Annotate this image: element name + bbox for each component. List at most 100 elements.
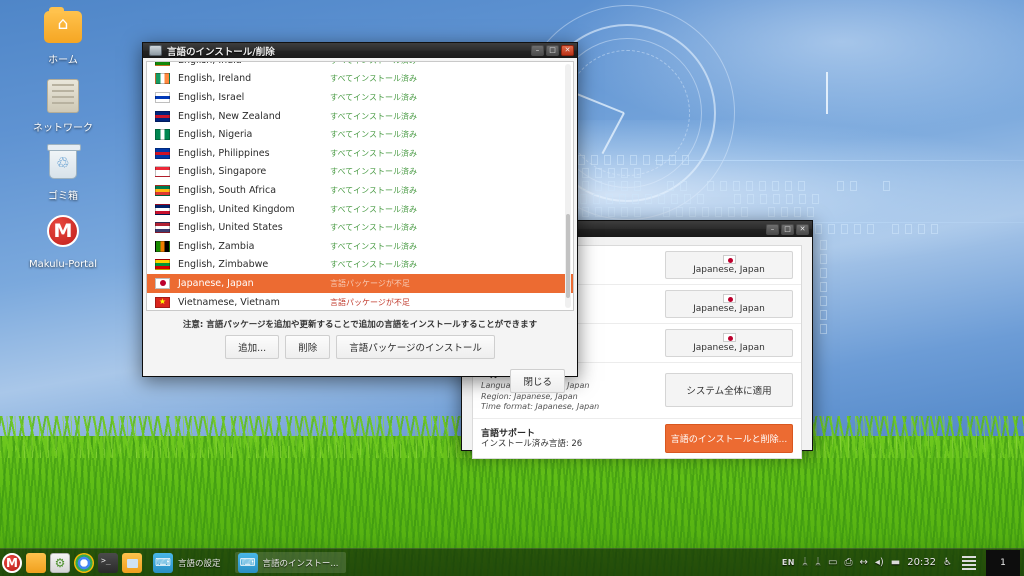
- maximize-button[interactable]: □: [781, 224, 794, 235]
- japan-flag-icon: [723, 255, 736, 264]
- language-list-item[interactable]: Japanese, Japan言語パッケージが不足: [147, 274, 573, 293]
- language-name: English, Israel: [178, 92, 330, 103]
- network-icon[interactable]: ↔: [859, 558, 867, 568]
- clock[interactable]: 20:32: [907, 557, 936, 568]
- language-list[interactable]: English, Indiaすべてインストール済みEnglish, Irelan…: [147, 61, 573, 311]
- flag-icon: [155, 185, 170, 196]
- dialog-note: 注意: 言語パッケージを追加や更新することで追加の言語をインストールすることがで…: [146, 311, 574, 335]
- keyboard-layout-indicator[interactable]: EN: [782, 559, 795, 567]
- desktop-icon-label: ホーム: [18, 55, 108, 67]
- maximize-button[interactable]: □: [546, 45, 559, 56]
- language-name: Vietnamese, Vietnam: [178, 297, 330, 308]
- taskbar-task-language-settings[interactable]: 言語の設定: [150, 552, 229, 573]
- language-list-item[interactable]: English, Philippinesすべてインストール済み: [147, 144, 573, 163]
- language-status: すべてインストール済み: [330, 185, 417, 196]
- language-list-item[interactable]: English, Israelすべてインストール済み: [147, 88, 573, 107]
- language-status: すべてインストール済み: [330, 259, 417, 270]
- accessibility-icon[interactable]: ♿: [943, 558, 952, 568]
- battery-icon[interactable]: ▬: [891, 558, 900, 568]
- language-name: English, Ireland: [178, 73, 330, 84]
- language-status: 言語パッケージが不足: [330, 297, 410, 308]
- wallpaper-accent-bar: [826, 72, 828, 114]
- desktop-icon-home[interactable]: ホーム: [18, 11, 108, 67]
- language-name: Japanese, Japan: [178, 278, 330, 289]
- close-button[interactable]: ✕: [561, 45, 574, 56]
- flag-icon: [155, 222, 170, 233]
- language-list-item[interactable]: English, Irelandすべてインストール済み: [147, 70, 573, 89]
- printer-icon[interactable]: ⎙: [844, 558, 852, 568]
- close-button[interactable]: ✕: [796, 224, 809, 235]
- menu-hamburger-icon[interactable]: [959, 554, 979, 572]
- language-name: English, South Africa: [178, 185, 330, 196]
- wallpaper-blocks-3: [582, 181, 890, 191]
- makulu-menu-icon[interactable]: [2, 553, 22, 573]
- flag-icon: [155, 92, 170, 103]
- language-list-item[interactable]: English, South Africaすべてインストール済み: [147, 181, 573, 200]
- language-list-item[interactable]: English, United Statesすべてインストール済み: [147, 218, 573, 237]
- japan-flag-icon: [723, 333, 736, 342]
- folder-icon[interactable]: [26, 553, 46, 573]
- language-selector-button[interactable]: Japanese, Japan: [665, 251, 793, 279]
- apply-system-wide-button[interactable]: システム全体に適用: [665, 373, 793, 407]
- desktop-icon-label: ゴミ箱: [18, 191, 108, 203]
- volume-icon[interactable]: ◂): [875, 558, 884, 568]
- language-list-item[interactable]: ★Vietnamese, Vietnam言語パッケージが不足: [147, 293, 573, 311]
- language-name: English, United Kingdom: [178, 204, 330, 215]
- language-list-item[interactable]: English, New Zealandすべてインストール済み: [147, 107, 573, 126]
- language-status: 言語パッケージが不足: [330, 278, 410, 289]
- workspace-number: 1: [1000, 558, 1006, 568]
- terminal-icon[interactable]: [98, 553, 118, 573]
- add-button[interactable]: 追加...: [225, 335, 279, 359]
- settings-row: 言語サポート インストール済み言語: 26 言語のインストールと削除...: [473, 419, 801, 458]
- window-icon: [149, 45, 162, 56]
- japan-flag-icon: [723, 294, 736, 303]
- remove-button[interactable]: 削除: [285, 335, 330, 359]
- install-language-packages-button[interactable]: 言語パッケージのインストール: [336, 335, 495, 359]
- desktop-icon-grid: ホーム ネットワーク ゴミ箱 Makulu-Portal: [18, 6, 108, 283]
- taskbar: 言語の設定 言語のインストー... EN ᛦ ᛦ ▭ ⎙ ↔ ◂) ▬ 20:3…: [0, 548, 1024, 576]
- language-status: すべてインストール済み: [330, 166, 417, 177]
- row-subtitle-line: Region: Japanese, Japan: [481, 392, 665, 403]
- minimize-button[interactable]: –: [531, 45, 544, 56]
- desktop-icon-trash[interactable]: ゴミ箱: [18, 147, 108, 203]
- time-format-selector-button[interactable]: Japanese, Japan: [665, 329, 793, 357]
- region-selector-button[interactable]: Japanese, Japan: [665, 290, 793, 318]
- language-list-item[interactable]: English, United Kingdomすべてインストール済み: [147, 200, 573, 219]
- bluetooth-secondary-icon[interactable]: ᛦ: [815, 558, 821, 568]
- language-name: English, New Zealand: [178, 111, 330, 122]
- install-remove-languages-button[interactable]: 言語のインストールと削除...: [665, 424, 793, 453]
- language-list-item[interactable]: English, Singaporeすべてインストール済み: [147, 163, 573, 182]
- language-list-item[interactable]: English, Indiaすべてインストール済み: [147, 61, 573, 70]
- language-list-item[interactable]: English, Nigeriaすべてインストール済み: [147, 125, 573, 144]
- install-remove-languages-dialog[interactable]: 言語のインストール/削除 – □ ✕ English, Indiaすべてインスト…: [142, 42, 578, 377]
- language-list-item[interactable]: English, Zimbabweすべてインストール済み: [147, 256, 573, 275]
- flag-icon: [155, 111, 170, 122]
- language-status: すべてインストール済み: [330, 204, 417, 215]
- language-status: すべてインストール済み: [330, 61, 417, 66]
- chrome-icon[interactable]: [74, 553, 94, 573]
- bluetooth-icon[interactable]: ᛦ: [802, 558, 808, 568]
- flag-icon: [155, 204, 170, 215]
- language-icon: [238, 553, 258, 573]
- flag-icon: [155, 61, 170, 66]
- dialog-body: English, Indiaすべてインストール済みEnglish, Irelan…: [142, 58, 578, 377]
- software-icon[interactable]: [50, 553, 70, 573]
- desktop-icon-makulu-portal[interactable]: Makulu-Portal: [18, 215, 108, 271]
- desktop-icon-network[interactable]: ネットワーク: [18, 79, 108, 135]
- display-icon[interactable]: ▭: [828, 558, 837, 568]
- language-status: すべてインストール済み: [330, 129, 417, 140]
- language-list-scrollbar[interactable]: [565, 64, 571, 308]
- file-manager-icon[interactable]: [122, 553, 142, 573]
- close-dialog-button[interactable]: 閉じる: [510, 369, 565, 393]
- scrollbar-thumb[interactable]: [566, 214, 570, 298]
- language-value: Japanese, Japan: [666, 343, 792, 353]
- workspace-switcher[interactable]: 1: [986, 550, 1020, 576]
- taskbar-task-install-languages[interactable]: 言語のインストー...: [235, 552, 347, 573]
- network-icon: [42, 79, 84, 121]
- wallpaper-blocks-7: [815, 224, 938, 234]
- minimize-button[interactable]: –: [766, 224, 779, 235]
- language-list-item[interactable]: English, Zambiaすべてインストール済み: [147, 237, 573, 256]
- flag-icon: [155, 259, 170, 270]
- dialog-titlebar[interactable]: 言語のインストール/削除 – □ ✕: [142, 42, 578, 58]
- language-name: English, United States: [178, 222, 330, 233]
